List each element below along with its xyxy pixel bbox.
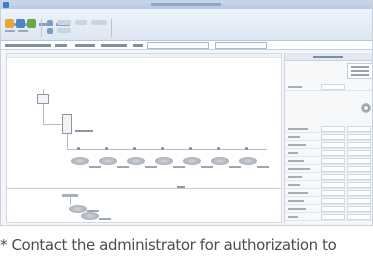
branch-dot [189,147,192,150]
window-controls [354,2,372,17]
ribbon-combo[interactable] [57,20,71,25]
property-row[interactable] [285,83,372,91]
branch-dot [161,147,164,150]
leaf-label [201,166,213,168]
property-row[interactable] [285,133,372,141]
path-segment [133,44,143,47]
connector-line [67,149,267,150]
connector-line [70,197,71,205]
leaf-node[interactable] [127,157,145,165]
connector-line [43,104,44,124]
gear-icon[interactable] [361,103,371,113]
application-screenshot [0,0,373,226]
property-row[interactable] [285,157,372,165]
property-row[interactable] [285,173,372,181]
ribbon-button-caption [5,30,15,32]
leaf-node[interactable] [211,157,229,165]
property-row[interactable] [285,165,372,173]
connector-line [43,124,62,125]
filter-input[interactable] [215,42,267,49]
property-row[interactable] [285,141,372,149]
property-row[interactable] [285,125,372,133]
ribbon-button[interactable] [16,19,25,28]
leaf-node[interactable] [239,157,257,165]
ribbon-button[interactable] [5,19,14,28]
property-row[interactable] [285,189,372,197]
property-row[interactable] [285,197,372,205]
ribbon-separator [41,19,42,37]
panel-title [313,56,343,58]
leaf-label [89,166,101,168]
canvas-ruler [7,54,281,58]
divider-label [177,186,185,188]
leaf-node[interactable] [155,157,173,165]
canvas-divider [7,188,281,189]
shape-preview[interactable] [347,63,372,79]
ribbon-tabs [5,11,73,26]
leaf-node[interactable] [71,157,89,165]
panel-header [285,53,372,61]
leaf-node[interactable] [183,157,201,165]
leaf-node[interactable] [99,157,117,165]
branch-dot [77,147,80,150]
branch-dot [133,147,136,150]
root-node[interactable] [37,94,49,104]
connector-line [67,134,68,149]
group-node[interactable] [62,114,72,134]
ribbon-small-button[interactable] [47,28,53,34]
branch-dot [245,147,248,150]
leaf-label [173,166,185,168]
ribbon-separator [111,19,112,37]
leaf-label [229,166,241,168]
leaf-label [145,166,157,168]
leaf-label [117,166,129,168]
footnote-caption: * Contact the administrator for authoriz… [0,236,337,254]
path-segment [5,44,51,47]
leaf-label [99,218,111,220]
ribbon-toolbar [1,9,372,41]
property-row[interactable] [285,181,372,189]
branch-dot [217,147,220,150]
path-segment [55,44,67,47]
window-title-bar [1,1,372,17]
leaf-label [257,166,269,168]
connector-line [43,89,44,94]
ribbon-button[interactable] [27,19,36,28]
window-title [151,3,221,6]
path-segment [75,44,95,47]
properties-panel [284,53,372,223]
path-input[interactable] [147,42,209,49]
ribbon-small-button[interactable] [47,20,53,26]
property-row[interactable] [285,205,372,213]
diagram-canvas[interactable] [6,53,282,223]
node-label [75,130,93,132]
ribbon-combo[interactable] [75,20,87,25]
ribbon-combo[interactable] [91,20,107,25]
leaf-node[interactable] [81,212,99,220]
ribbon-button-caption [18,30,28,32]
branch-dot [105,147,108,150]
ribbon-combo[interactable] [57,28,71,33]
property-row[interactable] [285,149,372,157]
diagram-path-bar [1,41,372,50]
app-icon[interactable] [3,2,9,8]
property-row[interactable] [285,213,372,221]
path-segment [101,44,127,47]
